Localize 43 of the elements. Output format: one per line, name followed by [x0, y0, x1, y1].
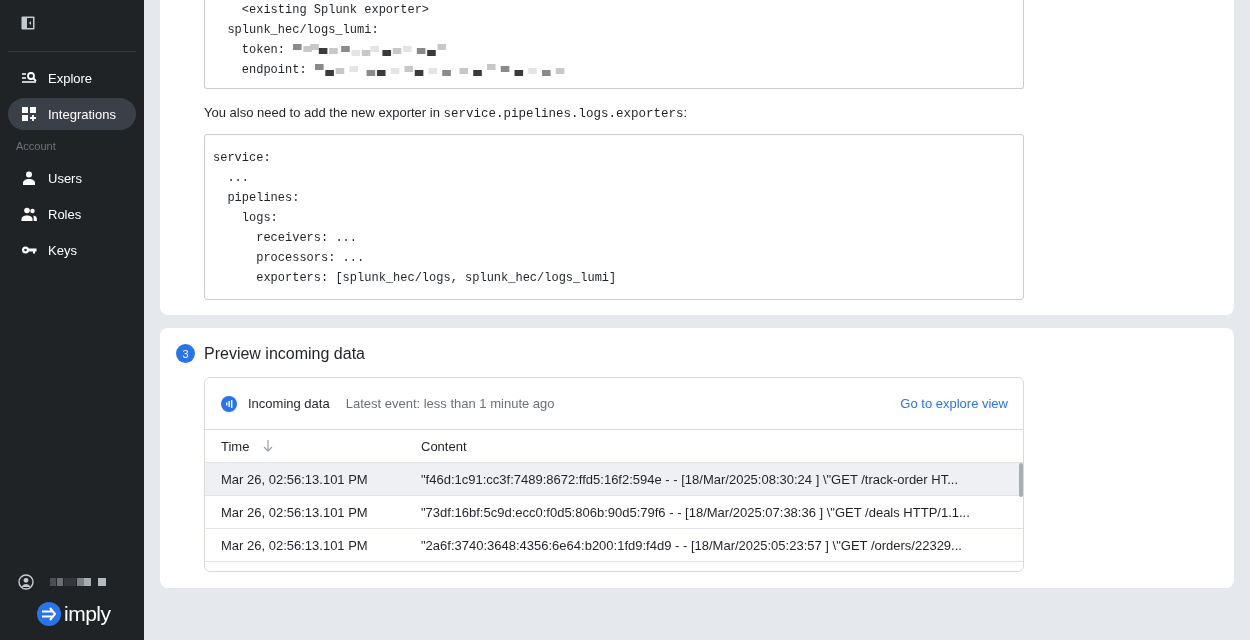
explore-icon: [21, 70, 37, 86]
sidebar-item[interactable]: Integrations: [8, 98, 136, 130]
code-line: service:: [213, 150, 272, 167]
users-icon: [21, 206, 37, 222]
collapse-sidebar-icon[interactable]: [21, 16, 35, 30]
grid-plus-icon: [21, 106, 37, 122]
code-line: <existing Splunk exporter>: [240, 3, 430, 17]
scrollbar[interactable]: [1019, 463, 1023, 497]
sidebar-item[interactable]: Keys: [8, 234, 136, 266]
user-icon: [21, 170, 37, 186]
code-line: splunk_hec/logs_lumi:: [226, 23, 379, 37]
section-title: Preview incoming data: [204, 344, 365, 363]
code-line: logs:: [240, 210, 279, 227]
table-cell: Mar 26, 02:56:13.101 PM: [221, 471, 368, 487]
step-number: 3: [176, 344, 195, 363]
table-cell: Mar 26, 02:56:13.101 PM: [221, 504, 368, 520]
sidebar-item[interactable]: Users: [8, 162, 136, 194]
code-line: endpoint:: [240, 63, 307, 77]
code-line: exporters: [splunk_hec/logs, splunk_hec/logs_lumi]: [255, 270, 618, 287]
column-header[interactable]: Content: [421, 438, 467, 454]
logo-icon: [37, 602, 61, 626]
redacted-name-drawing: [50, 578, 106, 586]
sort-down-icon[interactable]: [263, 439, 274, 453]
table-cell: Mar 26, 02:56:13.101 PM: [221, 537, 368, 553]
code-line: processors: ...: [255, 250, 366, 267]
table-cell: "f46d:1c91:cc3f:7489:8672:ffd5:16f2:594e - - [18/Mar/2025:08:30:24 ] \"GET /track-order HT...: [421, 471, 958, 487]
table-cell: "73df:16bf:5c9d:ecc0:f0d5:806b:90d5:79f6 - - [18/Mar/2025:07:38:36 ] \"GET /deals HTTP/1.1...: [421, 504, 970, 520]
latest-event-text: Latest event: less than 1 minute ago: [345, 396, 555, 411]
table-cell: "2a6f:3740:3648:4356:6e64:b200:1fd9:f4d9 - - [18/Mar/2025:05:23:57 ] \"GET /orders/22329...: [421, 537, 962, 553]
avatar-icon[interactable]: [18, 574, 34, 590]
code-line: pipelines:: [226, 190, 301, 207]
code-line: ...: [226, 170, 250, 187]
code-line: token:: [240, 43, 285, 57]
code-line: receivers: ...: [255, 230, 359, 247]
signal-icon: [221, 395, 237, 412]
column-header[interactable]: Time: [221, 438, 250, 454]
sidebar-item[interactable]: Explore: [8, 62, 136, 94]
panel-title: Incoming data: [248, 396, 330, 411]
section-heading: Account: [15, 139, 57, 154]
sidebar-item[interactable]: Roles: [8, 198, 136, 230]
brand-name: imply: [64, 602, 111, 626]
instruction-text: You also need to add the new exporter in service.pipelines.logs.exporters:: [204, 104, 689, 123]
explore-link[interactable]: Go to explore view: [900, 396, 1008, 411]
